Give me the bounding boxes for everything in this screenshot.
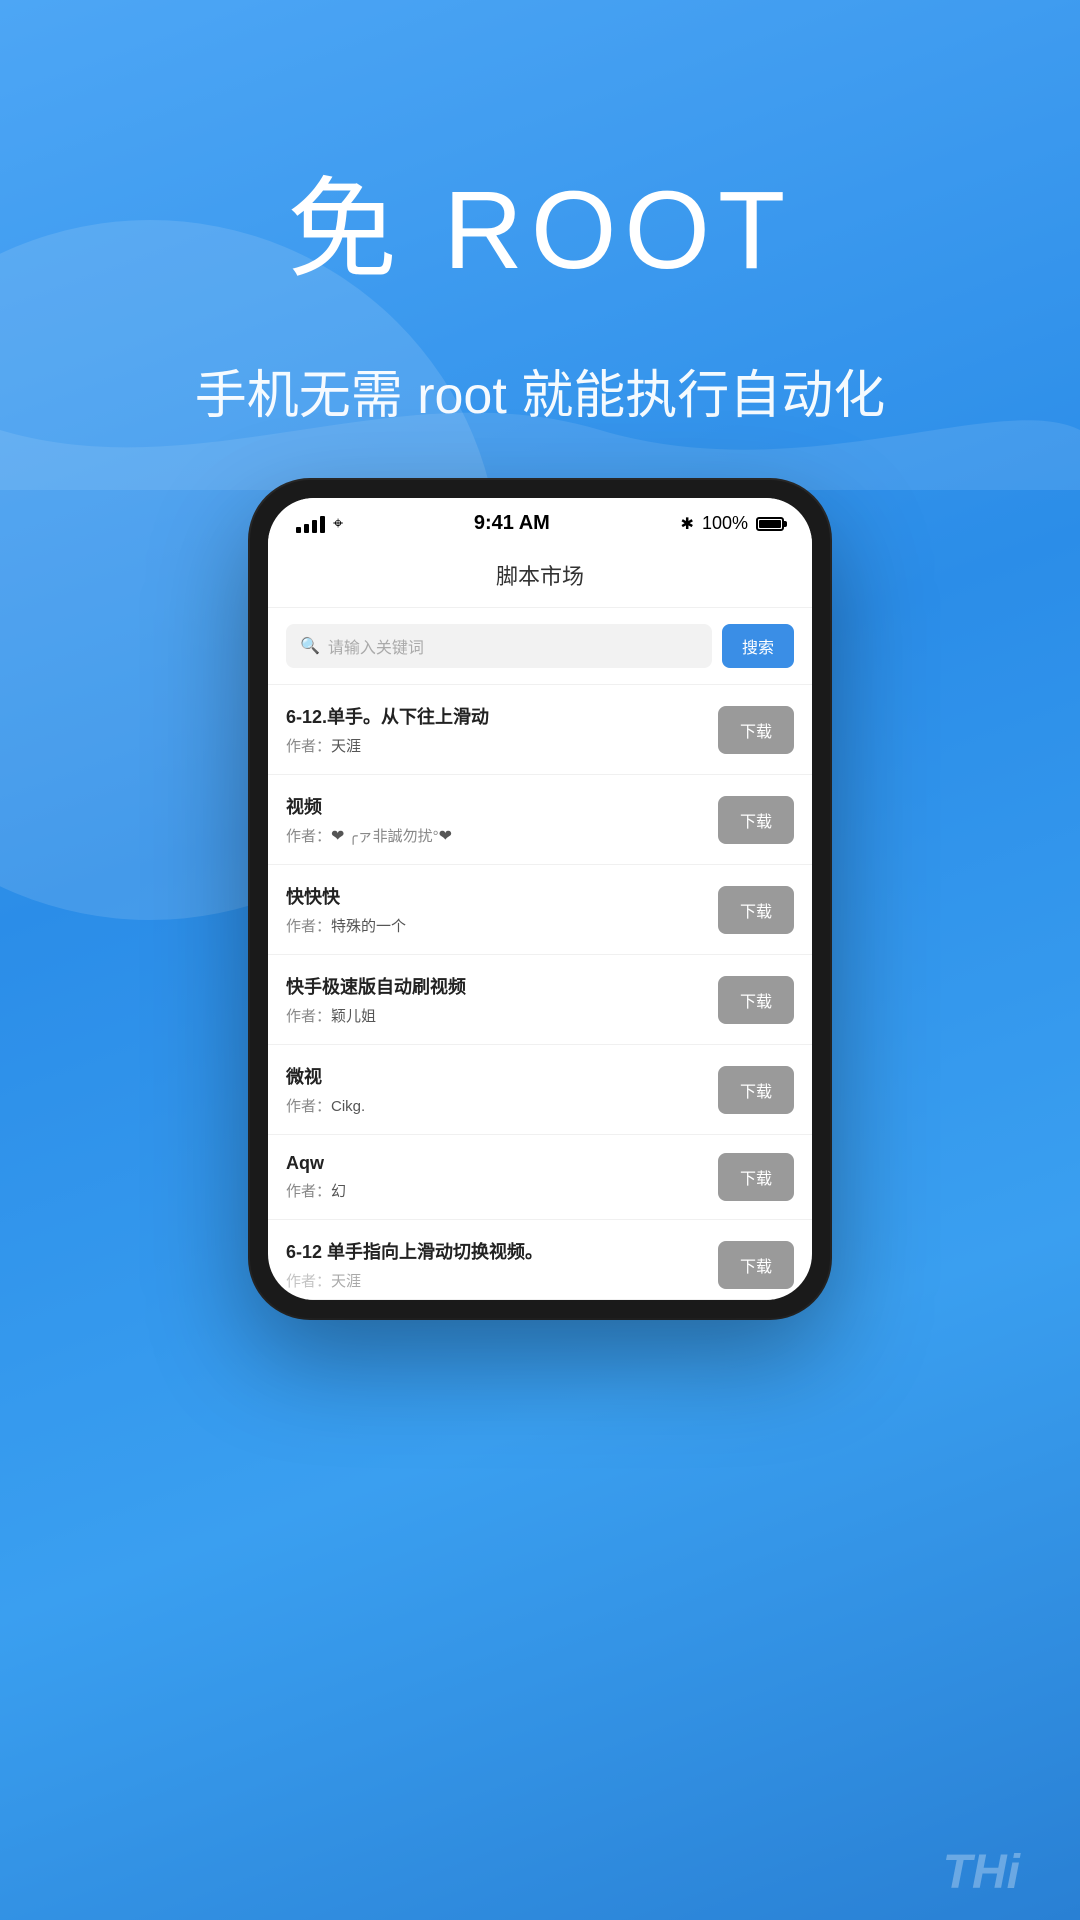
script-name: Aqw (286, 1153, 718, 1174)
script-item: 6-12 单手指向上滑动切换视频。 作者：天涯 下载 (268, 1220, 812, 1300)
status-bar: ⌖ 9:41 AM ✱ 100% (268, 498, 812, 545)
search-placeholder: 请输入关键词 (328, 634, 424, 658)
status-time: 9:41 AM (474, 512, 550, 535)
script-item: 视频 作者：❤ ╭ァ非誠勿扰°❤ 下载 (268, 775, 812, 865)
battery-fill (759, 520, 781, 528)
battery-percent: 100% (702, 513, 748, 534)
download-button[interactable]: 下载 (718, 796, 794, 844)
script-info: Aqw 作者：幻 (286, 1153, 718, 1201)
hero-subtitle: 手机无需 root 就能执行自动化 (195, 360, 886, 433)
hero-title: 免 ROOT (287, 140, 793, 300)
wifi-icon: ⌖ (333, 513, 343, 534)
script-name: 6-12.单手。从下往上滑动 (286, 703, 718, 729)
script-author: 作者：颖儿姐 (286, 1005, 718, 1026)
script-author: 作者：特殊的一个 (286, 915, 718, 936)
download-button[interactable]: 下载 (718, 1241, 794, 1289)
bluetooth-icon: ✱ (681, 514, 694, 534)
search-button[interactable]: 搜索 (722, 624, 794, 668)
battery-icon (756, 517, 784, 531)
script-name: 6-12 单手指向上滑动切换视频。 (286, 1238, 718, 1264)
download-button[interactable]: 下载 (718, 1066, 794, 1114)
script-info: 6-12 单手指向上滑动切换视频。 作者：天涯 (286, 1238, 718, 1291)
watermark-text: THi (943, 1846, 1020, 1899)
script-author: 作者：Cikg. (286, 1095, 718, 1116)
phone-mockup: ⌖ 9:41 AM ✱ 100% 脚本市场 🔍 请输入关 (250, 480, 830, 1318)
phone-frame: ⌖ 9:41 AM ✱ 100% 脚本市场 🔍 请输入关 (250, 480, 830, 1318)
download-button[interactable]: 下载 (718, 976, 794, 1024)
search-input-wrapper[interactable]: 🔍 请输入关键词 (286, 624, 712, 668)
app-header-title: 脚本市场 (496, 564, 584, 589)
script-info: 快快快 作者：特殊的一个 (286, 883, 718, 936)
signal-icon (296, 515, 325, 533)
download-button[interactable]: 下载 (718, 886, 794, 934)
phone-screen: ⌖ 9:41 AM ✱ 100% 脚本市场 🔍 请输入关 (268, 498, 812, 1300)
download-button[interactable]: 下载 (718, 1153, 794, 1201)
script-info: 微视 作者：Cikg. (286, 1063, 718, 1116)
script-item: 微视 作者：Cikg. 下载 (268, 1045, 812, 1135)
script-item: 6-12.单手。从下往上滑动 作者：天涯 下载 (268, 685, 812, 775)
script-list: 6-12.单手。从下往上滑动 作者：天涯 下载 视频 作者：❤ ╭ァ非誠勿扰°❤… (268, 685, 812, 1300)
script-info: 快手极速版自动刷视频 作者：颖儿姐 (286, 973, 718, 1026)
download-button[interactable]: 下载 (718, 706, 794, 754)
status-left: ⌖ (296, 513, 343, 534)
script-item: 快手极速版自动刷视频 作者：颖儿姐 下载 (268, 955, 812, 1045)
script-name: 微视 (286, 1063, 718, 1089)
script-item: 快快快 作者：特殊的一个 下载 (268, 865, 812, 955)
hero-section: 免 ROOT 手机无需 root 就能执行自动化 (0, 80, 1080, 433)
status-right: ✱ 100% (681, 513, 784, 534)
script-item: Aqw 作者：幻 下载 (268, 1135, 812, 1220)
script-info: 视频 作者：❤ ╭ァ非誠勿扰°❤ (286, 793, 718, 846)
script-author: 作者：❤ ╭ァ非誠勿扰°❤ (286, 825, 718, 846)
search-icon: 🔍 (300, 636, 320, 656)
script-author: 作者：幻 (286, 1180, 718, 1201)
script-name: 视频 (286, 793, 718, 819)
script-author: 作者：天涯 (286, 1270, 718, 1291)
watermark-area: THi (943, 1845, 1020, 1900)
script-author: 作者：天涯 (286, 735, 718, 756)
search-section: 🔍 请输入关键词 搜索 (268, 608, 812, 685)
script-name: 快手极速版自动刷视频 (286, 973, 718, 999)
app-header: 脚本市场 (268, 545, 812, 608)
script-name: 快快快 (286, 883, 718, 909)
script-info: 6-12.单手。从下往上滑动 作者：天涯 (286, 703, 718, 756)
